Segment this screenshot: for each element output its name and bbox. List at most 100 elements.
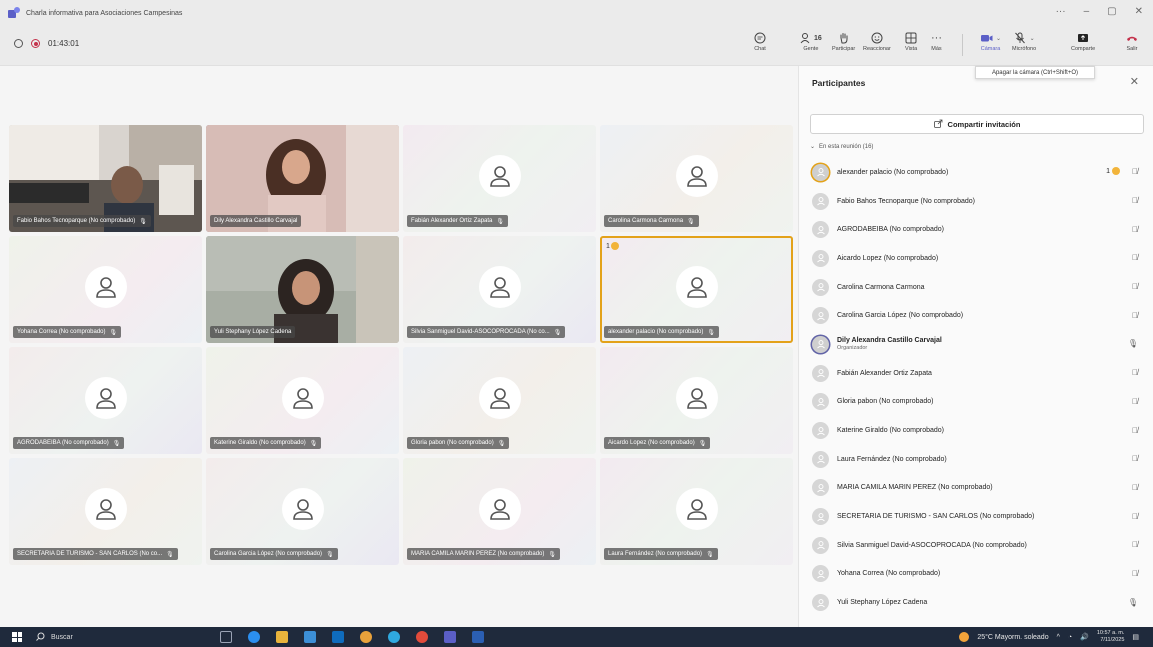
participant-row[interactable]: Laura Fernández (No comprobado) 🎙̸ <box>799 445 1153 474</box>
app-icon[interactable] <box>388 631 400 643</box>
person-icon <box>95 276 116 298</box>
window-more-button[interactable]: ··· <box>1056 6 1066 17</box>
raise-hand-button[interactable]: Participar <box>832 30 855 62</box>
participant-row[interactable]: alexander palacio (No comprobado) 1 🎙̸ <box>799 158 1153 187</box>
participant-row[interactable]: Fabio Bahos Tecnoparque (No comprobado) … <box>799 187 1153 216</box>
video-tile[interactable]: Fabián Alexander Ortiz Zapata 🎙 <box>403 125 596 232</box>
avatar <box>478 265 521 308</box>
chrome-icon[interactable] <box>360 631 372 643</box>
taskbar-clock[interactable]: 10:57 a. m. 7/11/2025 <box>1097 630 1125 644</box>
edge-browser-icon[interactable] <box>248 631 260 643</box>
window-close-button[interactable]: ✕ <box>1135 6 1143 17</box>
participant-row[interactable]: Yohana Correa (No comprobado) 🎙̸ <box>799 560 1153 589</box>
mic-off-icon: 🎙̸ <box>1132 482 1138 492</box>
react-button[interactable]: Reaccionar <box>863 30 891 62</box>
avatar <box>812 221 829 239</box>
video-tile[interactable]: Fabio Bahos Tecnoparque (No comprobado) 🎙 <box>9 125 202 232</box>
video-tile[interactable]: Aicardo Lopez (No comprobado) 🎙 <box>600 347 793 454</box>
avatar <box>812 249 829 267</box>
mic-off-icon: 🎙̸ <box>1132 167 1138 177</box>
participant-row[interactable]: Silvia Sanmiguel David-ASOCOPROCADA (No … <box>799 531 1153 560</box>
file-explorer-icon[interactable] <box>276 631 288 643</box>
share-invite-button[interactable]: Compartir invitación <box>810 114 1144 134</box>
video-tile[interactable]: Silvia Sanmiguel David-ASOCOPROCADA (No … <box>403 236 596 343</box>
video-tile[interactable]: 1 alexander palacio (No comprobado) 🎙 <box>600 236 793 343</box>
tile-nameplate: SECRETARIA DE TURISMO - SAN CARLOS (No c… <box>13 548 178 560</box>
view-button[interactable]: Vista <box>905 30 917 62</box>
camera-options-chevron-icon[interactable]: ⌄ <box>996 35 1001 42</box>
video-tile[interactable]: Carolina Garcia López (No comprobado) 🎙 <box>206 458 399 565</box>
mic-on-icon: 🎙 <box>1127 339 1138 349</box>
more-button[interactable]: ··· Más <box>931 30 942 62</box>
window-controls: ··· – ▢ ✕ <box>1056 6 1143 17</box>
participant-row[interactable]: Fabián Alexander Ortiz Zapata 🎙̸ <box>799 359 1153 388</box>
share-button[interactable]: Comparte <box>1071 30 1095 62</box>
in-meeting-section-toggle[interactable]: ⌄ En esta reunión (16) <box>810 143 873 151</box>
avatar <box>281 487 324 530</box>
windows-start-icon[interactable] <box>12 632 22 642</box>
participant-row[interactable]: Aicardo Lopez (No comprobado) 🎙̸ <box>799 244 1153 273</box>
window-minimize-button[interactable]: – <box>1084 6 1090 17</box>
person-icon <box>816 197 825 206</box>
network-icon[interactable]: ◔ <box>1068 634 1072 641</box>
people-button[interactable]: 16 Gente <box>800 30 822 62</box>
video-tile[interactable]: Dily Alexandra Castillo Carvajal <box>206 125 399 232</box>
weather-text[interactable]: 25°C Mayorm. soleado <box>977 634 1048 641</box>
mic-off-icon: 🎙̸ <box>1132 454 1138 464</box>
chat-button[interactable]: Chat <box>754 30 766 62</box>
video-tile[interactable]: SECRETARIA DE TURISMO - SAN CARLOS (No c… <box>9 458 202 565</box>
mic-off-icon: ⌄ <box>1014 30 1035 46</box>
avatar <box>478 487 521 530</box>
participant-row[interactable]: Dily Alexandra Castillo Carvajal Organiz… <box>799 330 1153 359</box>
chat-icon <box>754 30 766 46</box>
video-tile[interactable]: Carolina Carmona Carmona 🎙 <box>600 125 793 232</box>
video-tile[interactable]: Laura Fernández (No comprobado) 🎙 <box>600 458 793 565</box>
tile-nameplate: Laura Fernández (No comprobado) 🎙 <box>604 548 718 560</box>
participant-row[interactable]: MARIA CAMILA MARIN PEREZ (No comprobado)… <box>799 474 1153 503</box>
notifications-icon[interactable]: ▤ <box>1132 633 1139 641</box>
outlook-icon[interactable] <box>332 631 344 643</box>
tile-nameplate: Fabio Bahos Tecnoparque (No comprobado) 🎙 <box>13 215 151 227</box>
mic-options-chevron-icon[interactable]: ⌄ <box>1030 35 1035 42</box>
avatar <box>84 376 127 419</box>
video-grid: Fabio Bahos Tecnoparque (No comprobado) 🎙… <box>9 125 795 565</box>
avatar <box>812 163 829 181</box>
person-icon <box>816 254 825 263</box>
participant-row[interactable]: Carolina Garcia López (No comprobado) 🎙̸ <box>799 301 1153 330</box>
mic-off-icon: 🎙 <box>112 440 121 447</box>
participant-row[interactable]: Carolina Carmona Carmona 🎙̸ <box>799 273 1153 302</box>
video-tile[interactable]: Yohana Correa (No comprobado) 🎙 <box>9 236 202 343</box>
avatar <box>812 565 829 583</box>
video-tile[interactable]: Gloria pabon (No comprobado) 🎙 <box>403 347 596 454</box>
participant-row[interactable]: Yuli Stephany López Cadena 🎙 <box>799 588 1153 617</box>
participant-row[interactable]: SECRETARIA DE TURISMO - SAN CARLOS (No c… <box>799 502 1153 531</box>
window-maximize-button[interactable]: ▢ <box>1107 6 1116 17</box>
task-view-icon[interactable] <box>220 631 232 643</box>
panel-title: Participantes <box>812 78 866 88</box>
meeting-timer: 01:43:01 <box>48 39 80 48</box>
person-icon <box>816 340 825 349</box>
teams-icon[interactable] <box>444 631 456 643</box>
mic-off-icon: 🎙 <box>496 218 505 225</box>
participant-row[interactable]: Gloria pabon (No comprobado) 🎙̸ <box>799 388 1153 417</box>
app-icon[interactable] <box>416 631 428 643</box>
mic-off-icon: 🎙 <box>706 551 714 558</box>
close-icon[interactable]: ✕ <box>1130 75 1139 88</box>
video-tile[interactable]: AGRODABEIBA (No comprobado) 🎙 <box>9 347 202 454</box>
person-icon <box>686 387 707 409</box>
volume-icon[interactable]: 🔊 <box>1080 633 1089 641</box>
leave-button[interactable]: Salir <box>1126 30 1138 62</box>
camera-button[interactable]: ⌄ Cámara <box>980 30 1001 62</box>
participant-row[interactable]: AGRODABEIBA (No comprobado) 🎙̸ <box>799 215 1153 244</box>
video-tile[interactable]: MARIA CAMILA MARIN PEREZ (No comprobado)… <box>403 458 596 565</box>
microphone-button[interactable]: ⌄ Micrófono <box>1012 30 1036 62</box>
participant-row[interactable]: Katerine Giraldo (No comprobado) 🎙̸ <box>799 416 1153 445</box>
mic-off-icon: 🎙̸ <box>1132 368 1138 378</box>
chevron-up-icon[interactable]: ^ <box>1057 634 1060 641</box>
video-tile[interactable]: Yuli Stephany López Cadena <box>206 236 399 343</box>
taskbar-search[interactable]: Buscar <box>36 630 186 644</box>
store-icon[interactable] <box>304 631 316 643</box>
person-icon <box>816 225 825 235</box>
video-tile[interactable]: Katerine Giraldo (No comprobado) 🎙 <box>206 347 399 454</box>
word-icon[interactable] <box>472 631 484 643</box>
